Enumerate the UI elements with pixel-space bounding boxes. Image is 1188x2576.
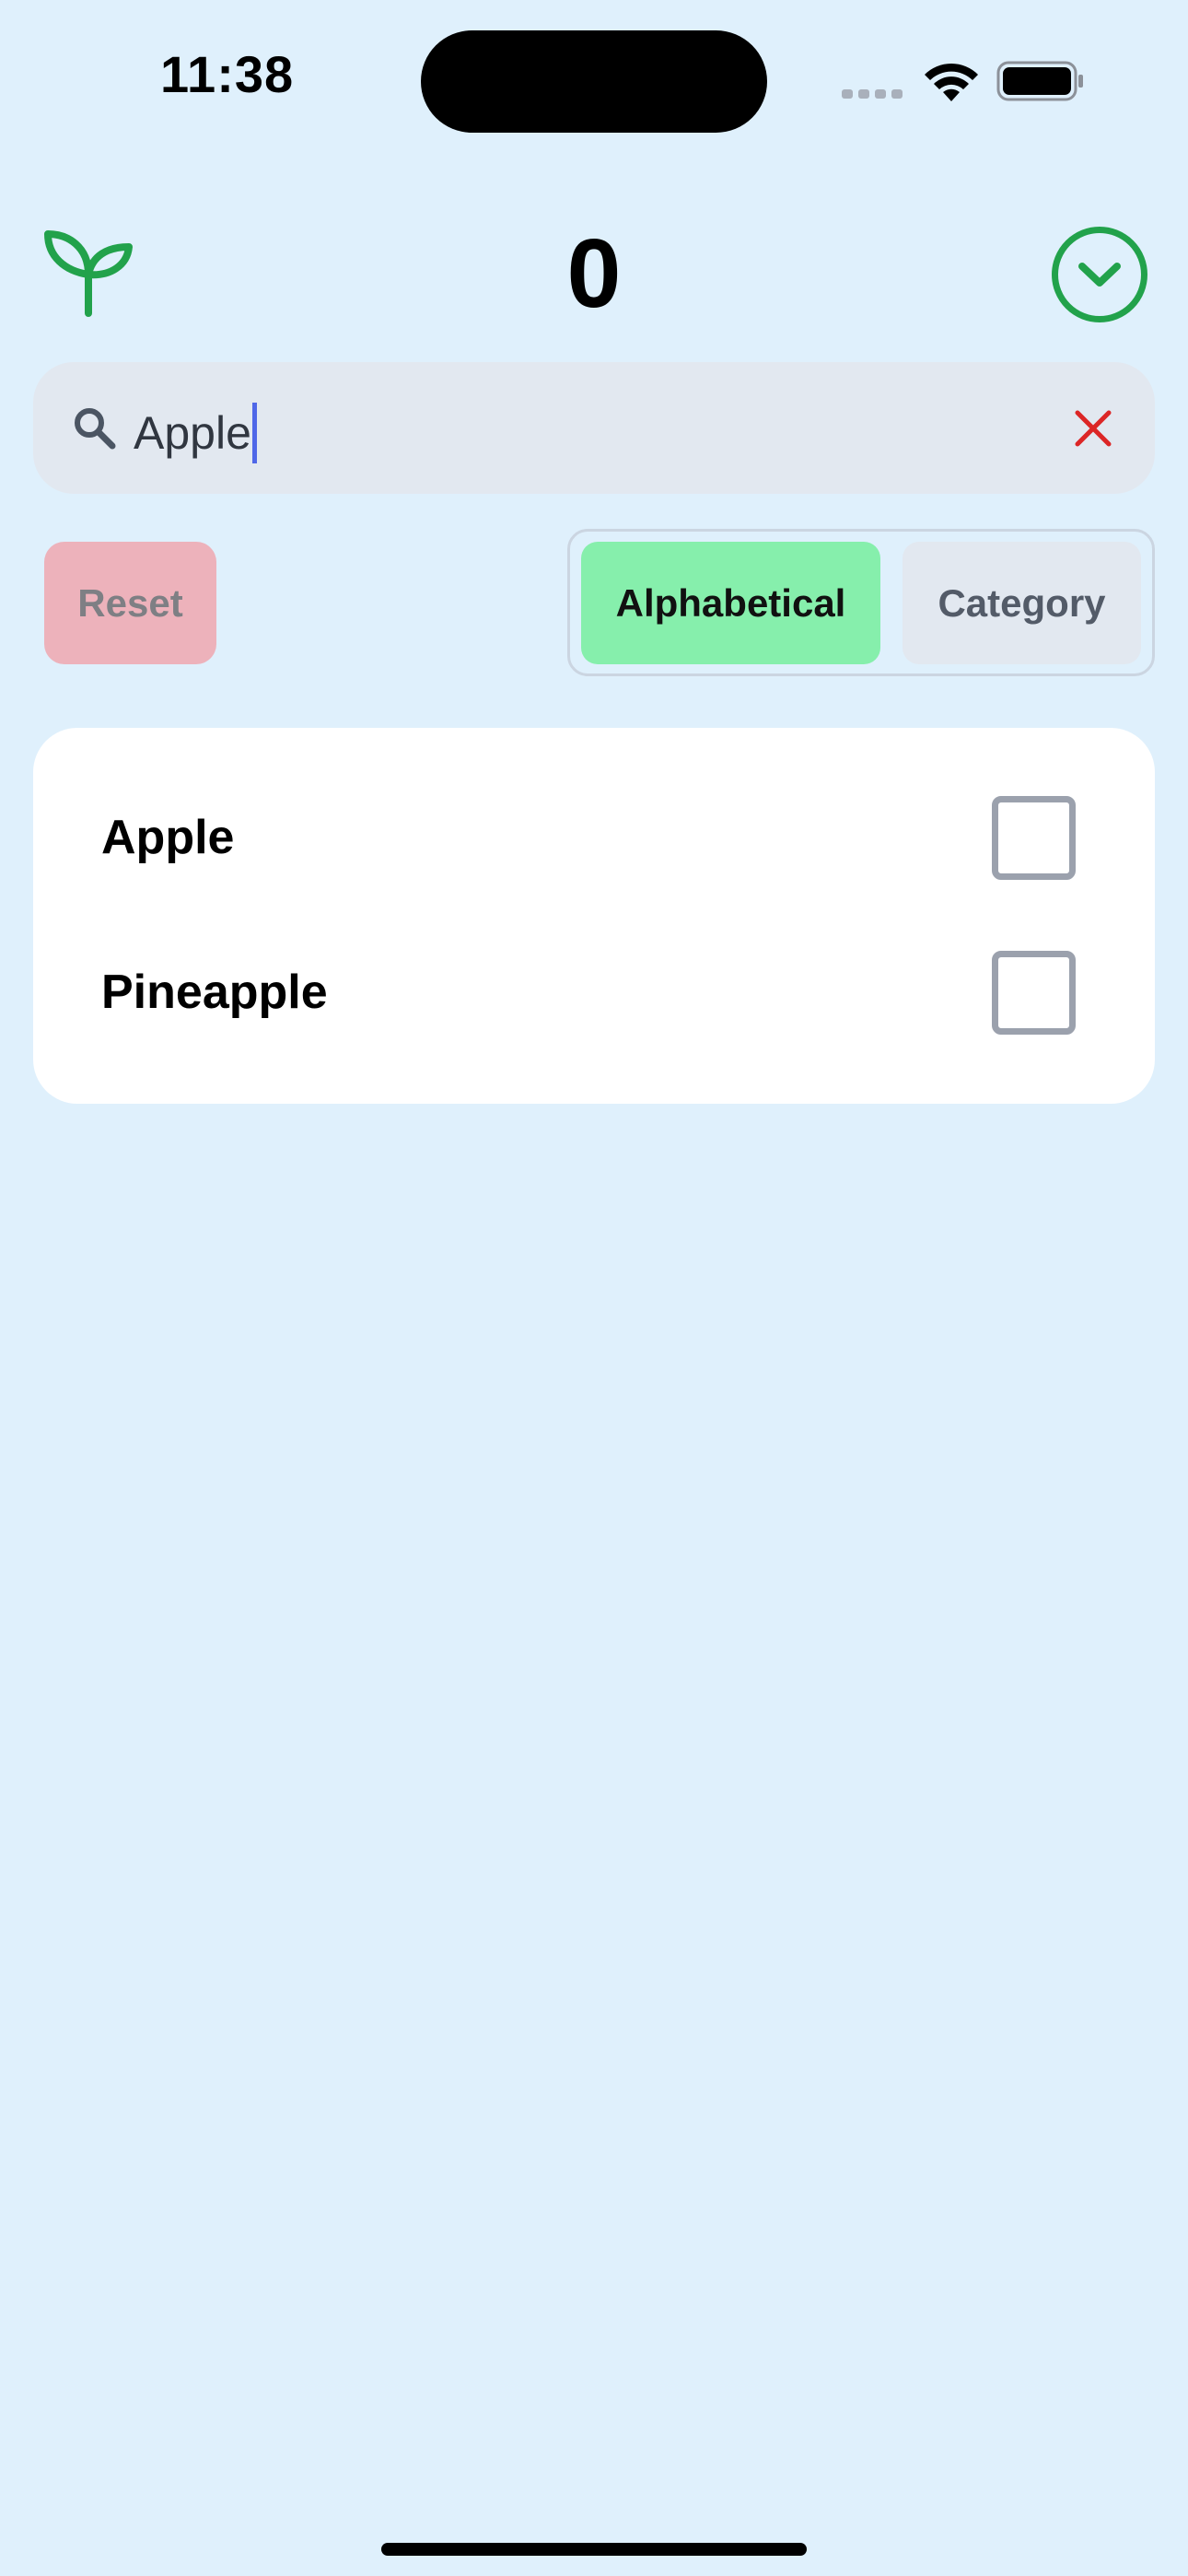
wifi-icon [925,63,978,101]
chevron-down-icon [1078,263,1121,287]
list-item-checkbox[interactable] [992,796,1076,880]
sort-alphabetical-button[interactable]: Alphabetical [581,542,880,664]
close-icon[interactable] [1073,408,1113,449]
search-input[interactable]: Apple [134,400,257,466]
list-item-label: Pineapple [101,966,328,1019]
dynamic-island [421,30,767,133]
list-card [33,728,1155,1104]
search-icon [75,408,116,450]
item-count: 0 [566,219,622,328]
list-item-checkbox[interactable] [992,951,1076,1035]
status-time: 11:38 [160,45,295,103]
collapse-button[interactable] [1052,227,1147,322]
sort-category-button[interactable]: Category [903,542,1141,664]
text-caret [251,403,257,463]
search-input-value: Apple [134,407,251,459]
battery-icon [996,61,1083,101]
list-item-label: Apple [101,811,235,864]
home-indicator[interactable] [381,2543,807,2556]
reset-button[interactable]: Reset [44,542,216,664]
cellular-signal-icon [842,87,908,103]
